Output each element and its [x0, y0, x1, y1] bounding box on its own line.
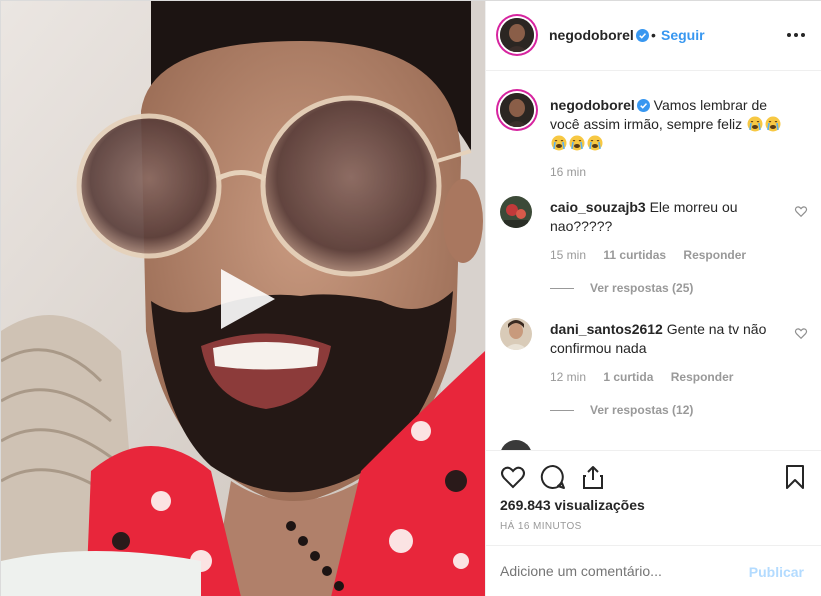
author-username[interactable]: negodoborel: [549, 27, 649, 45]
view-replies-label[interactable]: Ver respostas (12): [590, 403, 693, 417]
like-comment-heart-icon[interactable]: [794, 326, 808, 340]
author-avatar[interactable]: [500, 18, 534, 52]
comments-list[interactable]: negodoborel Vamos lembrar de você assim …: [486, 72, 821, 450]
view-replies-button[interactable]: Ver respostas (12): [550, 403, 693, 417]
comment-input[interactable]: [500, 563, 730, 579]
caption-username[interactable]: negodoborel: [550, 97, 635, 113]
comment-meta: 15 min 11 curtidas Responder: [550, 248, 760, 262]
commenter-username[interactable]: dani_santos2612: [550, 321, 663, 337]
commenter-avatar[interactable]: [500, 196, 532, 228]
comment-meta: 12 min 1 curtida Responder: [550, 370, 747, 384]
comment-likes[interactable]: 11 curtidas: [603, 248, 666, 262]
post-caption: negodoborel Vamos lembrar de você assim …: [550, 96, 800, 153]
comment-time[interactable]: 12 min: [550, 370, 586, 384]
more-options-icon[interactable]: [786, 25, 806, 45]
follow-button[interactable]: Seguir: [661, 27, 705, 43]
crying-emoji-icon: [587, 135, 603, 151]
crying-emoji-icon: [551, 135, 567, 151]
view-replies-label[interactable]: Ver respostas (25): [590, 281, 693, 295]
crying-emoji-icon: [569, 135, 585, 151]
post-timestamp[interactable]: HÁ 16 MINUTOS: [500, 521, 582, 532]
comment-body: caio_souzajb3 Ele morreu ou nao?????: [550, 198, 772, 236]
verified-badge-icon: [636, 99, 650, 112]
crying-emoji-icon: [765, 116, 781, 132]
crying-emoji-icon: [747, 116, 763, 132]
commenter-username[interactable]: caio_souzajb3: [550, 199, 646, 215]
comment-likes[interactable]: 1 curtida: [603, 370, 653, 384]
publish-button[interactable]: Publicar: [749, 564, 804, 580]
verified-badge-icon: [635, 29, 649, 42]
comment-item: caio_souzajb3 Ele morreu ou nao????? 15 …: [500, 196, 810, 296]
comment-body: dani_santos2612 Gente na tv não confirmo…: [550, 320, 772, 358]
instagram-post-modal: negodoborel • Seguir negodoborel Vamos l…: [0, 0, 821, 596]
view-count[interactable]: 269.843 visualizações: [500, 497, 645, 513]
share-icon[interactable]: [580, 464, 606, 490]
post-side-panel: negodoborel • Seguir negodoborel Vamos l…: [485, 1, 821, 596]
reply-button[interactable]: Responder: [683, 248, 746, 262]
like-comment-heart-icon[interactable]: [794, 204, 808, 218]
comment-icon[interactable]: [540, 464, 566, 490]
replies-divider: [550, 287, 574, 289]
heart-icon[interactable]: [500, 464, 526, 490]
commenter-avatar[interactable]: [500, 318, 532, 350]
video-player[interactable]: [1, 1, 485, 596]
separator-dot: •: [651, 27, 656, 43]
view-replies-button[interactable]: Ver respostas (25): [550, 281, 693, 295]
add-comment-bar: Publicar: [486, 545, 821, 596]
caption-author-avatar[interactable]: [500, 93, 534, 127]
replies-divider: [550, 409, 574, 411]
play-icon[interactable]: [209, 263, 281, 335]
comment-item: dani_santos2612 Gente na tv não confirmo…: [500, 318, 810, 418]
caption-time[interactable]: 16 min: [550, 165, 586, 179]
reply-button[interactable]: Responder: [671, 370, 734, 384]
commenter-avatar-partial[interactable]: [500, 440, 532, 450]
post-header: negodoborel • Seguir: [486, 1, 821, 71]
post-actions: 269.843 visualizações HÁ 16 MINUTOS: [486, 450, 821, 545]
bookmark-icon[interactable]: [782, 464, 808, 490]
comment-time[interactable]: 15 min: [550, 248, 586, 262]
